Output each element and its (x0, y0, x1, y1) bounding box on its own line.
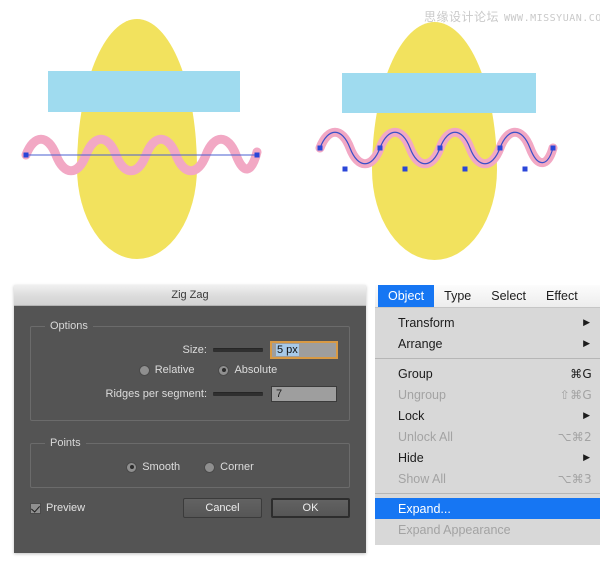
menu-item-lock[interactable]: Lock▶ (375, 405, 600, 426)
absolute-label: Absolute (234, 364, 277, 376)
cancel-button[interactable]: Cancel (183, 498, 262, 518)
relative-label: Relative (155, 364, 195, 376)
menu-item-label: Expand Appearance (398, 523, 592, 537)
wave-selection-left[interactable] (0, 0, 300, 285)
submenu-arrow-icon: ▶ (583, 318, 590, 327)
path-anchor-point[interactable] (438, 146, 443, 151)
size-slider[interactable] (213, 343, 263, 357)
menu-item-shortcut: ⇧⌘G (560, 388, 592, 402)
corner-radio[interactable]: Corner (204, 461, 254, 473)
ridges-input[interactable]: 7 (271, 386, 337, 402)
menubar-item-label: Object (388, 289, 424, 303)
menubar-item-label: Select (491, 289, 526, 303)
ridges-input-value: 7 (276, 388, 282, 400)
size-row: Size: 5 px (43, 342, 337, 358)
points-radio-group: Smooth Corner (43, 461, 337, 473)
preview-label: Preview (46, 502, 85, 514)
ridges-slider[interactable] (213, 387, 263, 401)
submenu-arrow-icon: ▶ (583, 453, 590, 462)
menu-item-shortcut: ⌥⌘2 (558, 430, 592, 444)
path-anchor-point[interactable] (463, 167, 468, 172)
menu-item-label: Show All (398, 472, 558, 486)
menubar-item-select[interactable]: Select (481, 285, 536, 307)
menu-item-hide[interactable]: Hide▶ (375, 447, 600, 468)
ridges-row: Ridges per segment: 7 (43, 386, 337, 402)
path-anchor-point[interactable] (403, 167, 408, 172)
pink-wave-stroke (320, 132, 553, 164)
submenu-arrow-icon: ▶ (583, 339, 590, 348)
menu-item-label: Hide (398, 451, 583, 465)
absolute-radio[interactable]: Absolute (218, 364, 277, 376)
menu-item-arrange[interactable]: Arrange▶ (375, 333, 600, 354)
submenu-arrow-icon: ▶ (583, 411, 590, 420)
ok-button[interactable]: OK (271, 498, 350, 518)
menubar-item-label: Type (444, 289, 471, 303)
menubar-item-effect[interactable]: Effect (536, 285, 588, 307)
artwork-canvas: 思缘设计论坛WWW.MISSYUAN.COM (0, 0, 600, 285)
size-input-value: 5 px (276, 344, 299, 356)
menu-item-label: Unlock All (398, 430, 558, 444)
dialog-title: Zig Zag (171, 289, 208, 301)
checkmark-icon (30, 503, 41, 514)
menu-item-shortcut: ⌥⌘3 (558, 472, 592, 486)
wave-selection-right[interactable] (300, 0, 600, 285)
artboard-after-expand (300, 0, 600, 285)
size-mode-radio-group: Relative Absolute (43, 364, 337, 376)
points-group-label: Points (45, 437, 86, 449)
radio-dot-icon (139, 365, 150, 376)
points-group: Points Smooth Corner (30, 437, 350, 488)
dialog-titlebar[interactable]: Zig Zag (14, 285, 366, 306)
ridges-slider-thumb[interactable] (215, 388, 225, 399)
dialog-footer: Preview Cancel OK (30, 498, 350, 518)
ridges-label: Ridges per segment: (43, 388, 207, 400)
options-group-label: Options (45, 320, 93, 332)
preview-checkbox[interactable]: Preview (30, 502, 85, 514)
dialog-button-row: Cancel OK (183, 498, 350, 518)
smooth-label: Smooth (142, 461, 180, 473)
corner-label: Corner (220, 461, 254, 473)
path-anchor-point[interactable] (378, 146, 383, 151)
dialog-body: Options Size: 5 px Relative Absolute (14, 306, 366, 540)
radio-dot-icon (126, 462, 137, 473)
menu-item-label: Lock (398, 409, 583, 423)
menubar-item-label: Effect (546, 289, 578, 303)
menu-item-label: Ungroup (398, 388, 560, 402)
path-anchor-point[interactable] (24, 153, 29, 158)
menu-item-ungroup: Ungroup⇧⌘G (375, 384, 600, 405)
menu-item-label: Arrange (398, 337, 583, 351)
menu-item-shortcut: ⌘G (570, 367, 592, 381)
menu-item-label: Transform (398, 316, 583, 330)
menubar: Object Type Select Effect (375, 285, 600, 308)
menu-item-label: Group (398, 367, 570, 381)
size-slider-thumb[interactable] (215, 344, 225, 355)
size-input[interactable]: 5 px (271, 342, 337, 358)
menubar-item-type[interactable]: Type (434, 285, 481, 307)
radio-dot-icon (204, 462, 215, 473)
path-anchor-point[interactable] (318, 146, 323, 151)
menu-item-show-all: Show All⌥⌘3 (375, 468, 600, 489)
object-menu-panel: ObjectTypeSelectEffect Transform▶Arrange… (375, 285, 600, 531)
menu-item-label: Expand... (398, 502, 592, 516)
object-menu-dropdown: Transform▶Arrange▶Group⌘GUngroup⇧⌘GLock▶… (375, 308, 600, 545)
smooth-radio[interactable]: Smooth (126, 461, 180, 473)
menu-separator (375, 493, 600, 494)
zigzag-dialog: Zig Zag Options Size: 5 px Relative (14, 285, 366, 553)
path-anchor-point[interactable] (343, 167, 348, 172)
menu-item-expand[interactable]: Expand... (375, 498, 600, 519)
menu-item-group[interactable]: Group⌘G (375, 363, 600, 384)
menu-item-transform[interactable]: Transform▶ (375, 312, 600, 333)
menu-item-unlock-all: Unlock All⌥⌘2 (375, 426, 600, 447)
relative-radio[interactable]: Relative (139, 364, 195, 376)
path-anchor-point[interactable] (523, 167, 528, 172)
artboard-before-expand (0, 0, 300, 285)
menu-separator (375, 358, 600, 359)
menu-item-expand-appearance: Expand Appearance (375, 519, 600, 540)
path-anchor-point[interactable] (551, 146, 556, 151)
radio-dot-icon (218, 365, 229, 376)
path-anchor-point[interactable] (498, 146, 503, 151)
menubar-item-object[interactable]: Object (378, 285, 434, 307)
size-label: Size: (43, 344, 207, 356)
path-anchor-point[interactable] (255, 153, 260, 158)
options-group: Options Size: 5 px Relative Absolute (30, 320, 350, 421)
